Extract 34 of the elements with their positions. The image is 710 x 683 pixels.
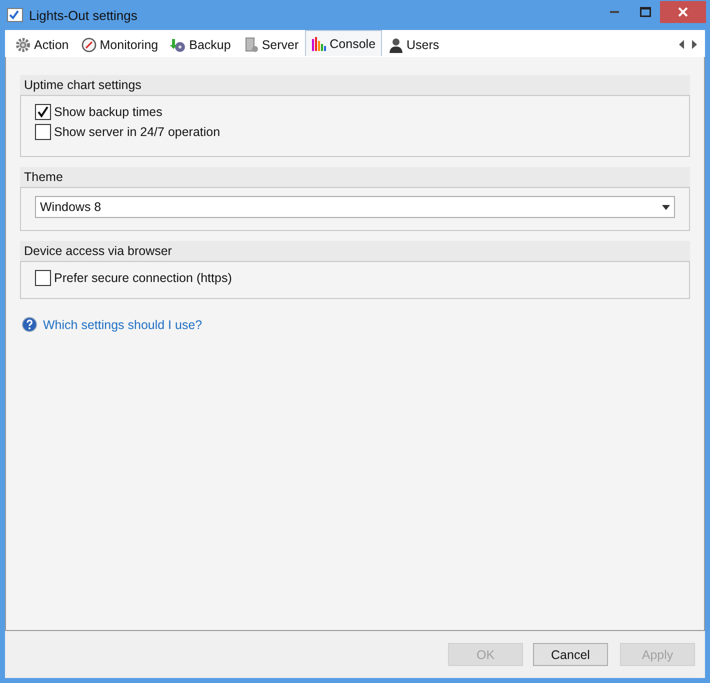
tab[interactable]: Console — [304, 30, 382, 56]
window-title: Lights-Out settings — [29, 8, 138, 22]
tab[interactable]: Server — [236, 32, 305, 56]
scroll-right-icon[interactable] — [691, 40, 697, 48]
checkbox[interactable] — [35, 270, 51, 286]
maximize-icon[interactable] — [640, 7, 650, 17]
section-header: Device access via browser — [20, 241, 690, 261]
dialog-button[interactable]: Cancel — [533, 643, 608, 666]
scroll-left-icon[interactable] — [679, 40, 685, 48]
backup-icon — [170, 36, 186, 52]
gauge-icon — [80, 36, 97, 52]
tab[interactable]: Users — [382, 32, 446, 56]
gear-icon — [15, 36, 31, 52]
tab[interactable]: Backup — [164, 32, 237, 56]
checkbox[interactable] — [35, 104, 51, 120]
caret-icon — [662, 204, 670, 210]
close-button[interactable] — [660, 1, 706, 23]
checkbox-label: Prefer secure connection (https) — [54, 271, 232, 285]
app-icon — [7, 7, 23, 23]
server-icon — [242, 36, 259, 52]
minimize-icon[interactable] — [610, 11, 620, 13]
help-icon — [22, 317, 37, 332]
tab[interactable]: Action — [9, 32, 75, 56]
close-icon — [678, 7, 688, 17]
theme-dropdown[interactable]: Windows 8 — [35, 196, 675, 218]
tab[interactable]: Monitoring — [74, 32, 164, 56]
checkbox[interactable] — [35, 124, 51, 140]
help-link[interactable]: Which settings should I use? — [43, 318, 202, 332]
section-header: Uptime chart settings — [20, 75, 690, 95]
section-header: Theme — [20, 167, 690, 187]
checkbox-label: Show backup times — [54, 105, 162, 119]
checkbox-label: Show server in 24/7 operation — [54, 125, 220, 139]
bar-chart-icon — [310, 36, 327, 52]
user-icon — [388, 36, 404, 52]
